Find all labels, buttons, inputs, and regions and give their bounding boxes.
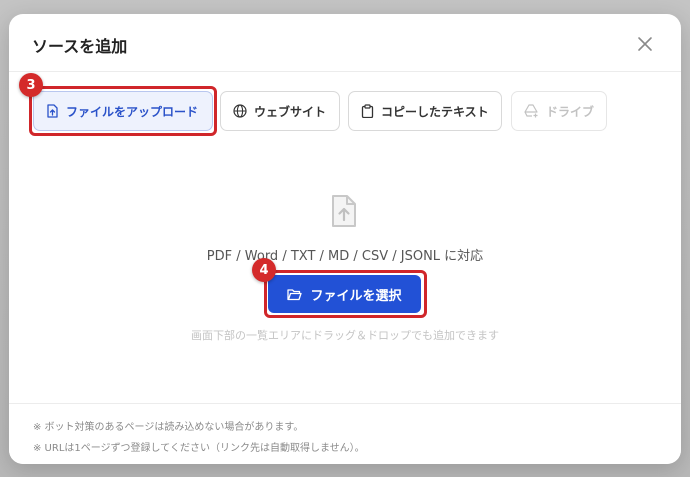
- drive-icon: [524, 104, 538, 118]
- dialog-footer: ※ ボット対策のあるページは読み込めない場合があります。 ※ URLは1ページず…: [9, 403, 681, 464]
- tab-label: ドライブ: [546, 104, 595, 119]
- tab-file-upload[interactable]: ファイルをアップロード: [33, 91, 213, 131]
- add-source-dialog: ソースを追加 ファイルをアップロード ウェブサイト コピーしたテキスト ドライブ…: [9, 14, 681, 464]
- clipboard-icon: [361, 104, 374, 118]
- file-upload-icon: [332, 195, 356, 227]
- dialog-title: ソースを追加: [32, 37, 128, 56]
- tab-label: コピーしたテキスト: [381, 104, 489, 119]
- select-file-label: ファイルを選択: [310, 288, 402, 304]
- tab-website[interactable]: ウェブサイト: [220, 91, 340, 131]
- close-icon: [638, 37, 652, 51]
- folder-open-icon: [287, 288, 303, 300]
- dialog-header: ソースを追加: [9, 14, 681, 72]
- step-3-badge: 3: [19, 73, 43, 97]
- drag-drop-hint: 画面下部の一覧エリアにドラッグ＆ドロップでも追加できます: [191, 329, 499, 342]
- globe-icon: [233, 104, 247, 118]
- footer-note: ※ ボット対策のあるページは読み込めない場合があります。: [33, 422, 304, 433]
- close-button[interactable]: [633, 32, 657, 56]
- tab-copied-text[interactable]: コピーしたテキスト: [348, 91, 502, 131]
- file-upload-icon: [47, 104, 58, 118]
- supported-formats-text: PDF / Word / TXT / MD / CSV / JSONL に対応: [206, 249, 484, 264]
- footer-note: ※ URLは1ページずつ登録してください（リンク先は自動取得しません）。: [33, 443, 365, 454]
- select-file-button[interactable]: ファイルを選択: [268, 275, 421, 313]
- tab-label: ウェブサイト: [254, 104, 327, 119]
- step-4-badge: 4: [252, 258, 276, 282]
- tab-drive[interactable]: ドライブ: [511, 91, 607, 131]
- tab-label: ファイルをアップロード: [66, 104, 199, 119]
